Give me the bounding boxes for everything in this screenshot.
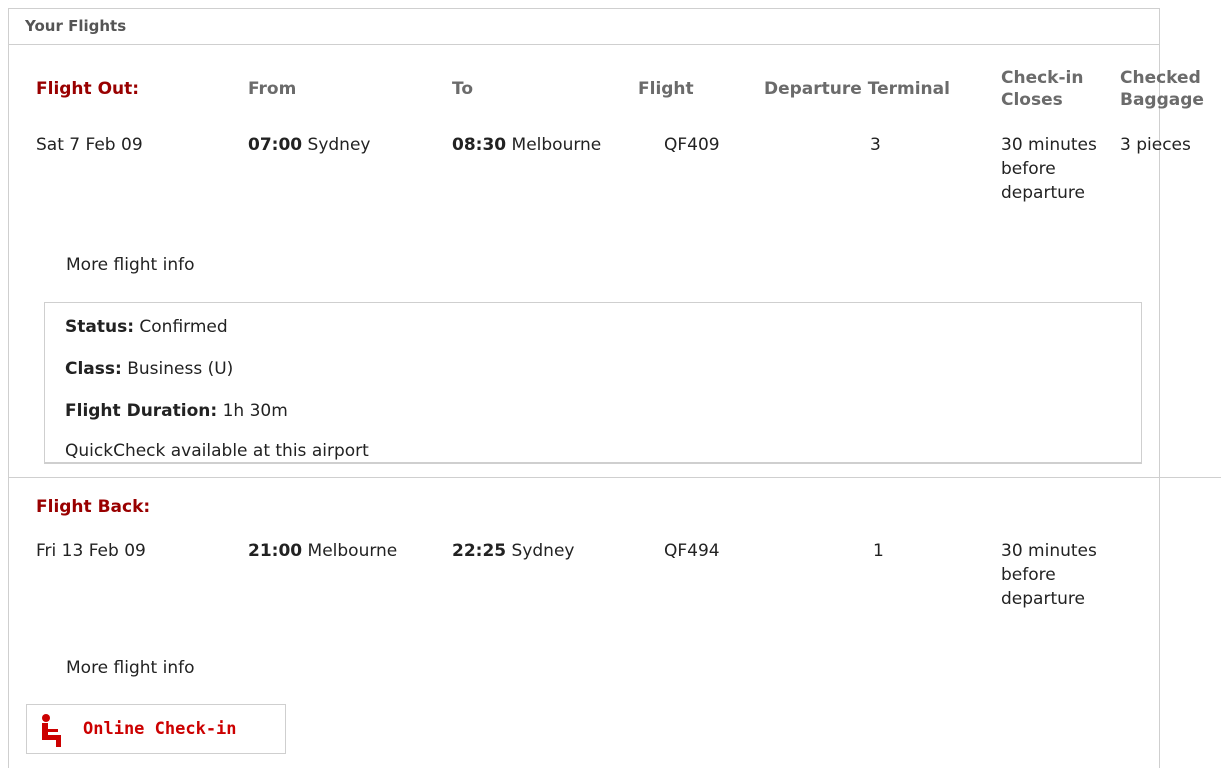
flight-back-label: Flight Back: bbox=[36, 497, 151, 517]
quickcheck-note: QuickCheck available at this airport bbox=[65, 441, 369, 461]
flight-back-checkin: 30 minutes before departure bbox=[1001, 541, 1097, 609]
flight-out-terminal: 3 bbox=[870, 135, 881, 155]
duration-label: Flight Duration: bbox=[65, 401, 218, 421]
column-header-checkin-closes: Check-in Closes bbox=[1001, 68, 1084, 110]
flight-back-more-info-link[interactable]: More flight info bbox=[66, 658, 195, 678]
duration-line: Flight Duration: 1h 30m bbox=[65, 401, 288, 421]
flight-details-box: Status: Confirmed Class: Business (U) Fl… bbox=[44, 302, 1142, 464]
seat-icon bbox=[42, 714, 61, 747]
flight-back-to-city: Sydney bbox=[511, 541, 575, 561]
flight-back-to-time: 22:25 bbox=[452, 541, 507, 561]
flight-back-terminal: 1 bbox=[873, 541, 884, 561]
flight-back-from-city: Melbourne bbox=[307, 541, 398, 561]
column-header-terminal: Departure Terminal bbox=[764, 79, 950, 99]
flight-out-checkin: 30 minutes before departure bbox=[1001, 135, 1097, 203]
leg-separator bbox=[8, 477, 1221, 478]
flight-back-date: Fri 13 Feb 09 bbox=[36, 541, 146, 561]
flight-out-baggage: 3 pieces bbox=[1120, 135, 1191, 155]
flight-back-from: 21:00 Melbourne bbox=[248, 541, 397, 561]
column-header-from: From bbox=[248, 79, 297, 99]
column-header-flight: Flight bbox=[638, 79, 694, 99]
flight-out-label: Flight Out: bbox=[36, 79, 140, 99]
class-line: Class: Business (U) bbox=[65, 359, 233, 379]
flight-out-to: 08:30 Melbourne bbox=[452, 135, 601, 155]
status-label: Status: bbox=[65, 317, 134, 337]
flight-out-from-city: Sydney bbox=[307, 135, 371, 155]
duration-value: 1h 30m bbox=[222, 401, 288, 421]
flight-out-from: 07:00 Sydney bbox=[248, 135, 370, 155]
status-value: Confirmed bbox=[139, 317, 228, 337]
class-label: Class: bbox=[65, 359, 122, 379]
flight-back-number: QF494 bbox=[664, 541, 720, 561]
online-checkin-button[interactable]: Online Check-in bbox=[26, 704, 286, 754]
class-value: Business (U) bbox=[127, 359, 234, 379]
column-header-to: To bbox=[452, 79, 474, 99]
flight-out-from-time: 07:00 bbox=[248, 135, 303, 155]
flight-out-to-city: Melbourne bbox=[511, 135, 602, 155]
flight-back-from-time: 21:00 bbox=[248, 541, 303, 561]
flight-out-number: QF409 bbox=[664, 135, 720, 155]
panel-title: Your Flights bbox=[9, 9, 1159, 45]
flight-out-more-info-link[interactable]: More flight info bbox=[66, 255, 195, 275]
flight-out-to-time: 08:30 bbox=[452, 135, 507, 155]
flight-out-date: Sat 7 Feb 09 bbox=[36, 135, 143, 155]
online-checkin-label: Online Check-in bbox=[83, 719, 237, 739]
flight-back-to: 22:25 Sydney bbox=[452, 541, 574, 561]
status-line: Status: Confirmed bbox=[65, 317, 228, 337]
column-header-checked-baggage: Checked Baggage bbox=[1120, 68, 1204, 110]
